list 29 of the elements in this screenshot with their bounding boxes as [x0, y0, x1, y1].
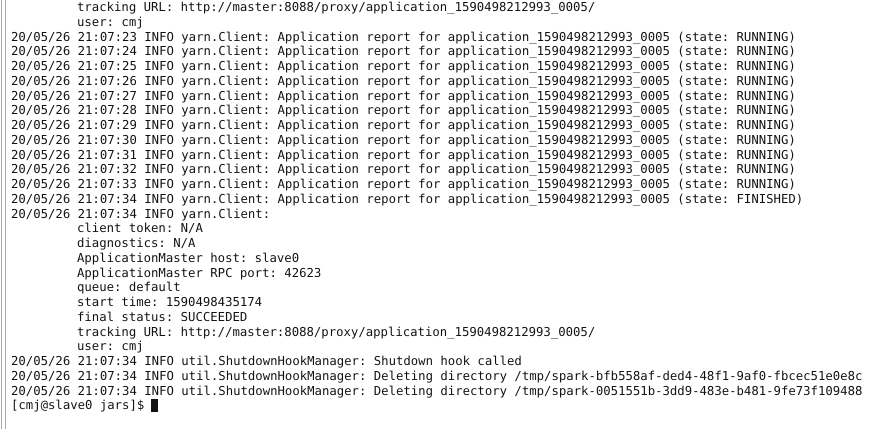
cursor-icon	[151, 399, 158, 412]
detail-line: user: cmj	[76, 14, 145, 30]
log-line: 20/05/26 21:07:30 INFO yarn.Client: Application report for application_1590498212993_0005 (state: RUNNING)	[11, 132, 797, 148]
log-line: 20/05/26 21:07:34 INFO util.ShutdownHookManager: Deleting directory /tmp/spark-0051551b-3dd9-483e-b481-9fe73f109488	[11, 384, 862, 398]
detail-line: ApplicationMaster RPC port: 42623	[76, 266, 322, 280]
detail-line: start time: 1590498435174	[76, 295, 264, 310]
log-line: 20/05/26 21:07:26 INFO yarn.Client: Application report for application_1590498212993_0005 (state: RUNNING)	[11, 74, 797, 88]
log-line: 20/05/26 21:07:34 INFO yarn.Client: Application report for application_1590498212993_0005 (state: FINISHED)	[11, 192, 804, 206]
log-line: 20/05/26 21:07:34 INFO yarn.Client:	[11, 206, 272, 222]
detail-line: final status: SUCCEEDED	[76, 310, 248, 324]
detail-line: ApplicationMaster host: slave0	[76, 250, 300, 266]
detail-line: client token: N/A	[76, 221, 204, 236]
detail-line: queue: default	[76, 280, 182, 295]
shell-prompt: [cmj@slave0 jars]$	[11, 398, 144, 413]
log-line: 20/05/26 21:07:34 INFO util.ShutdownHookManager: Deleting directory /tmp/spark-bfb558af-ded4-48f1-9af0-fbcec51e0e8c	[11, 368, 862, 384]
log-line: 20/05/26 21:07:29 INFO yarn.Client: Application report for application_1590498212993_0005 (state: RUNNING)	[11, 118, 797, 133]
log-line: 20/05/26 21:07:24 INFO yarn.Client: Application report for application_1590498212993_0005 (state: RUNNING)	[11, 44, 797, 59]
log-line: 20/05/26 21:07:25 INFO yarn.Client: Application report for application_1590498212993_0005 (state: RUNNING)	[11, 59, 797, 74]
log-line: 20/05/26 21:07:32 INFO yarn.Client: Application report for application_1590498212993_0005 (state: RUNNING)	[11, 162, 797, 177]
detail-line: user: cmj	[76, 339, 145, 354]
log-line: 20/05/26 21:07:33 INFO yarn.Client: Application report for application_1590498212993_0005 (state: RUNNING)	[11, 177, 797, 192]
log-line: 20/05/26 21:07:34 INFO util.ShutdownHookManager: Shutdown hook called	[11, 354, 523, 369]
log-line: 20/05/26 21:07:31 INFO yarn.Client: Application report for application_1590498212993_0005 (state: RUNNING)	[11, 148, 797, 162]
detail-line: diagnostics: N/A	[76, 236, 196, 251]
detail-line: tracking URL: http://master:8088/proxy/application_1590498212993_0005/	[76, 324, 596, 340]
log-line: 20/05/26 21:07:23 INFO yarn.Client: Application report for application_1590498212993_0005 (state: RUNNING)	[11, 30, 797, 44]
log-line: 20/05/26 21:07:28 INFO yarn.Client: Application report for application_1590498212993_0005 (state: RUNNING)	[11, 103, 797, 118]
log-line: 20/05/26 21:07:27 INFO yarn.Client: Application report for application_1590498212993_0005 (state: RUNNING)	[11, 88, 797, 104]
detail-line: tracking URL: http://master:8088/proxy/application_1590498212993_0005/	[76, 0, 596, 15]
